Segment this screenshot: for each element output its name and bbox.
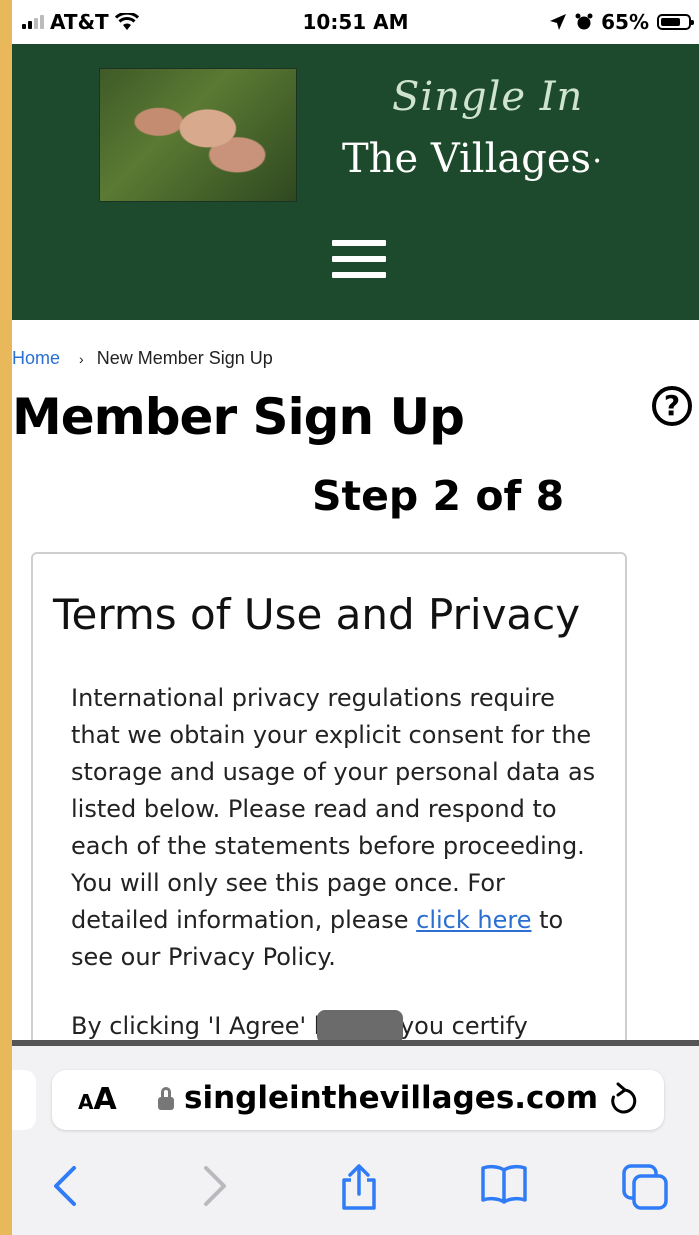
address-bar[interactable]: AA singleinthevillages.com — [52, 1070, 664, 1130]
stacked-hands-logo-image[interactable] — [99, 68, 297, 202]
previous-tab-peek[interactable] — [12, 1070, 36, 1130]
lock-icon — [158, 1087, 174, 1111]
breadcrumb: Home › New Member Sign Up — [12, 348, 273, 369]
url-domain[interactable]: singleinthevillages.com — [184, 1080, 598, 1116]
scroll-grabber[interactable] — [317, 1010, 403, 1044]
status-right: 65% — [549, 10, 694, 34]
browser-nav — [12, 1154, 699, 1224]
terms-paragraph: International privacy regulations requir… — [71, 680, 601, 976]
breadcrumb-chevron-icon: › — [79, 351, 84, 367]
page-title: Member Sign Up — [12, 388, 465, 446]
step-indicator: Step 2 of 8 — [312, 472, 565, 520]
share-icon[interactable] — [338, 1164, 380, 1210]
brand-line-2[interactable]: The Villages • — [342, 136, 601, 182]
terms-text-before-link: International privacy regulations requir… — [71, 684, 596, 934]
back-icon[interactable] — [50, 1164, 80, 1208]
status-bar: AT&T 10:51 AM 65% — [12, 0, 699, 44]
phone-screen: AT&T 10:51 AM 65% Single In The Villages… — [12, 0, 699, 1235]
location-icon — [550, 14, 567, 30]
hamburger-menu-icon[interactable] — [332, 240, 386, 280]
breadcrumb-current: New Member Sign Up — [96, 348, 273, 368]
browser-toolbar: AA singleinthevillages.com — [12, 1040, 699, 1235]
breadcrumb-home-link[interactable]: Home — [12, 348, 60, 368]
site-header: Single In The Villages • — [12, 44, 699, 320]
battery-icon — [657, 14, 694, 30]
brand-name: The Villages — [342, 136, 592, 182]
forward-icon[interactable] — [200, 1164, 230, 1208]
terms-title: Terms of Use and Privacy — [53, 590, 581, 639]
tabs-icon[interactable] — [622, 1164, 670, 1212]
brand-mark: • — [593, 154, 602, 170]
reload-icon[interactable] — [608, 1082, 640, 1116]
bookmarks-icon[interactable] — [480, 1164, 528, 1204]
reader-text-size-button[interactable]: AA — [78, 1082, 117, 1117]
brand-line-1[interactable]: Single In — [392, 74, 583, 120]
alarm-icon — [575, 13, 593, 30]
privacy-policy-link[interactable]: click here — [416, 906, 531, 934]
help-question-icon[interactable]: ? — [652, 386, 692, 426]
battery-percent: 65% — [601, 10, 649, 34]
